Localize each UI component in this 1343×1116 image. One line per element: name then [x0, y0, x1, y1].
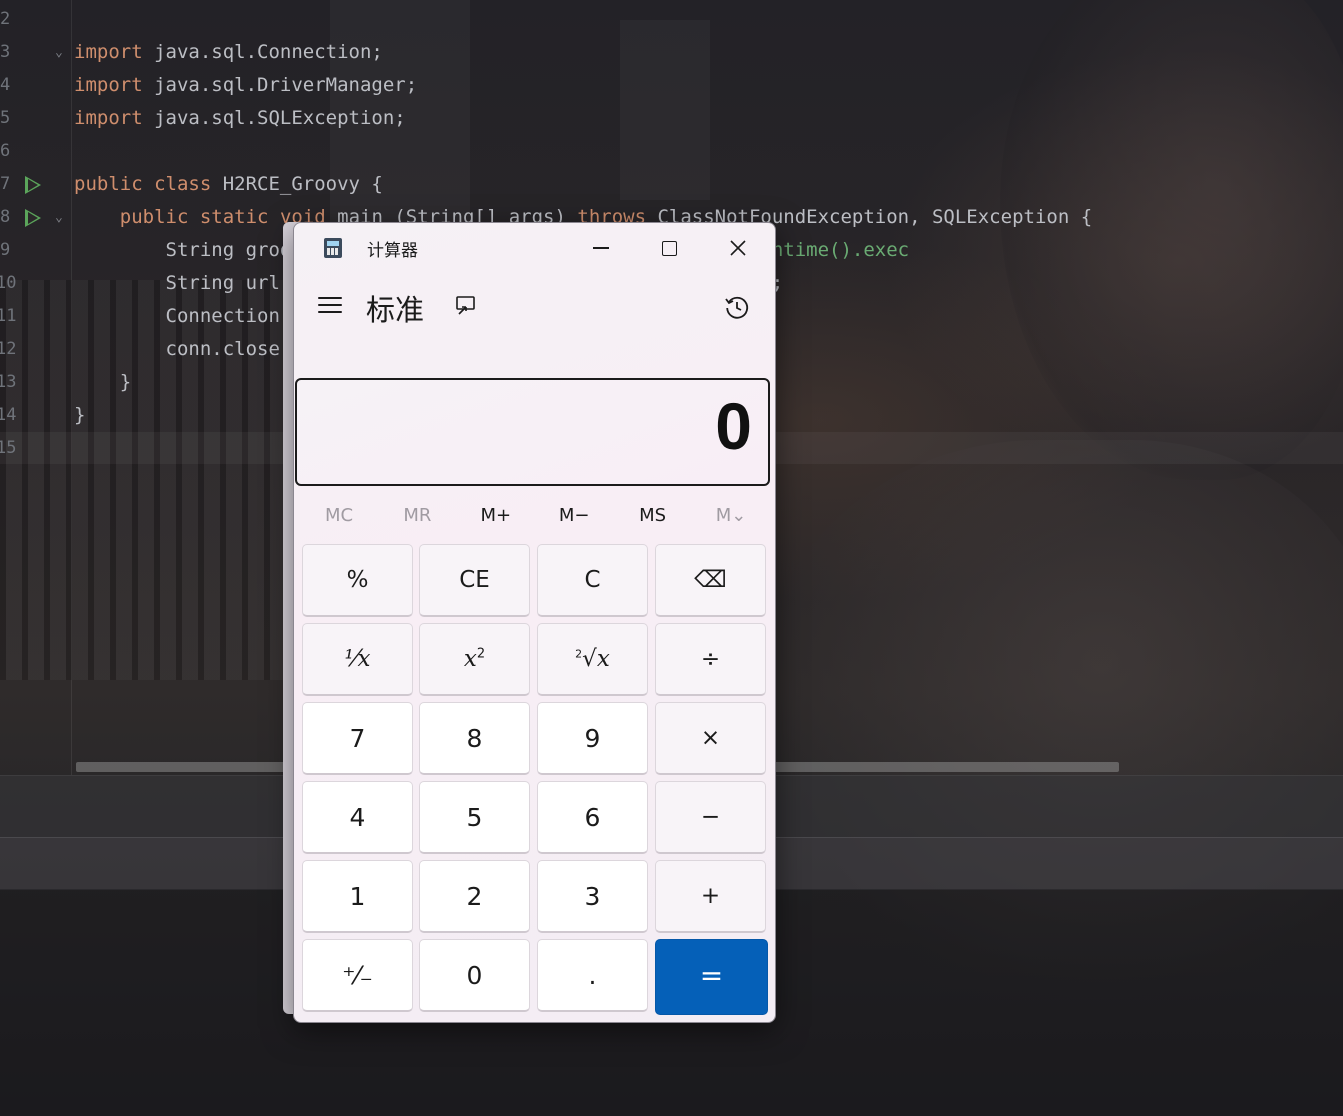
- square-root-button[interactable]: 2√x: [537, 623, 648, 696]
- line-number: 5: [0, 108, 11, 128]
- subtract-button[interactable]: −: [655, 781, 766, 854]
- line-number: 3: [0, 42, 11, 62]
- line-number: 13: [0, 372, 17, 392]
- code-line[interactable]: 4 import java.sql.DriverManager;: [0, 69, 1343, 102]
- close-button[interactable]: [704, 223, 772, 273]
- add-button[interactable]: +: [655, 860, 766, 933]
- maximize-icon: [661, 240, 677, 256]
- memory-store-button[interactable]: MS: [614, 493, 692, 539]
- backspace-button[interactable]: ⌫: [655, 544, 766, 617]
- digit-1-button[interactable]: 1: [302, 860, 413, 933]
- mode-title: 标准: [366, 293, 425, 327]
- app-title: 计算器: [367, 241, 418, 261]
- code-text: import java.sql.Connection;: [74, 41, 383, 63]
- code-text: import java.sql.DriverManager;: [74, 74, 418, 96]
- display-value: 0: [715, 389, 752, 463]
- line-number: 9: [0, 240, 11, 260]
- line-number: 6: [0, 141, 11, 161]
- digit-4-button[interactable]: 4: [302, 781, 413, 854]
- memory-recall-button[interactable]: MR: [378, 493, 456, 539]
- code-line[interactable]: 3 ⌄ import java.sql.Connection;: [0, 36, 1343, 69]
- line-number: 10: [0, 273, 17, 293]
- code-text: public class H2RCE_Groovy {: [74, 173, 383, 195]
- clear-entry-button[interactable]: CE: [419, 544, 530, 617]
- code-line[interactable]: 2: [0, 3, 1343, 36]
- run-gutter-icon[interactable]: [25, 209, 41, 227]
- clear-button[interactable]: C: [537, 544, 648, 617]
- fold-icon[interactable]: ⌄: [55, 36, 63, 69]
- equals-button[interactable]: =: [655, 939, 768, 1015]
- line-number: 8: [0, 207, 11, 227]
- close-icon: [730, 240, 746, 256]
- line-number: 14: [0, 405, 17, 425]
- code-text: conn.close();: [74, 338, 315, 360]
- memory-row: MC MR M+ M− MS M⌄: [300, 493, 770, 539]
- code-line[interactable]: 6: [0, 135, 1343, 168]
- digit-7-button[interactable]: 7: [302, 702, 413, 775]
- divide-button[interactable]: ÷: [655, 623, 766, 696]
- code-line[interactable]: 7 public class H2RCE_Groovy {: [0, 168, 1343, 201]
- reciprocal-button[interactable]: ⅟x: [302, 623, 413, 696]
- history-icon: [725, 296, 749, 319]
- digit-9-button[interactable]: 9: [537, 702, 648, 775]
- minimize-icon: [593, 247, 609, 249]
- negate-button[interactable]: ⁺⁄₋: [302, 939, 413, 1012]
- hamburger-icon-bar: [318, 311, 342, 313]
- code-text: }: [74, 404, 86, 426]
- fold-icon[interactable]: ⌄: [55, 201, 63, 234]
- memory-clear-button[interactable]: MC: [300, 493, 378, 539]
- title-bar[interactable]: 计算器: [294, 223, 775, 273]
- history-button[interactable]: [724, 294, 750, 320]
- hamburger-icon: [318, 297, 342, 299]
- digit-5-button[interactable]: 5: [419, 781, 530, 854]
- keep-on-top-button[interactable]: [456, 296, 475, 315]
- line-number: 4: [0, 75, 11, 95]
- run-gutter-icon[interactable]: [25, 176, 41, 194]
- digit-3-button[interactable]: 3: [537, 860, 648, 933]
- digit-2-button[interactable]: 2: [419, 860, 530, 933]
- digit-6-button[interactable]: 6: [537, 781, 648, 854]
- hamburger-icon-bar: [318, 304, 342, 306]
- keep-on-top-icon: [456, 296, 475, 315]
- multiply-button[interactable]: ×: [655, 702, 766, 775]
- code-text: }: [74, 371, 132, 393]
- result-display: 0: [295, 378, 770, 486]
- line-number: 7: [0, 174, 11, 194]
- code-text: import java.sql.SQLException;: [74, 107, 406, 129]
- maximize-button[interactable]: [635, 223, 703, 273]
- digit-0-button[interactable]: 0: [419, 939, 530, 1012]
- line-number: 12: [0, 339, 17, 359]
- memory-list-button[interactable]: M⌄: [692, 493, 770, 539]
- code-line[interactable]: 5 import java.sql.SQLException;: [0, 102, 1343, 135]
- minimize-button[interactable]: [567, 223, 635, 273]
- percent-button[interactable]: %: [302, 544, 413, 617]
- line-number: 15: [0, 438, 17, 458]
- calculator-app-icon: [324, 238, 342, 258]
- decimal-button[interactable]: .: [537, 939, 648, 1012]
- memory-subtract-button[interactable]: M−: [535, 493, 613, 539]
- calculator-window[interactable]: 计算器 标准 0 MC MR M+ M− MS M⌄ % CE C ⌫ ⅟x x2 2√x ÷ 7 8 9 × 4…: [293, 222, 776, 1023]
- square-button[interactable]: x2: [419, 623, 530, 696]
- line-number: 11: [0, 306, 17, 326]
- navigation-menu-button[interactable]: [318, 297, 342, 317]
- digit-8-button[interactable]: 8: [419, 702, 530, 775]
- memory-add-button[interactable]: M+: [457, 493, 535, 539]
- line-number: 2: [0, 9, 11, 29]
